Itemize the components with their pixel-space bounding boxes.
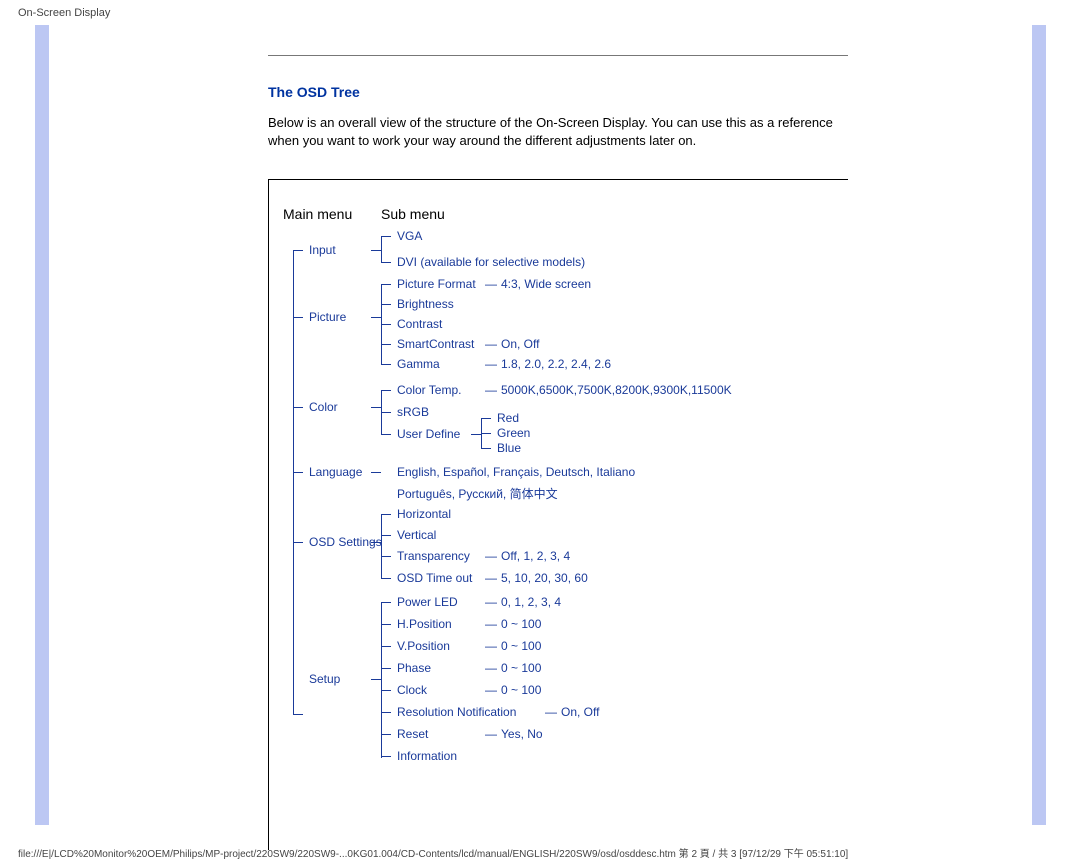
sub-reset: Reset xyxy=(397,727,428,741)
opt-color-temp: 5000K,6500K,7500K,8200K,9300K,11500K xyxy=(501,383,732,397)
intro-text: Below is an overall view of the structur… xyxy=(268,114,848,149)
dash: — xyxy=(485,571,497,585)
dash: — xyxy=(485,639,497,653)
col-header-sub: Sub menu xyxy=(381,206,445,222)
main-input: Input xyxy=(309,243,336,257)
sub-picture-format: Picture Format xyxy=(397,277,476,291)
sub-user-define: User Define xyxy=(397,427,460,441)
page-header: On-Screen Display xyxy=(0,0,1080,25)
sub-color-temp: Color Temp. xyxy=(397,383,461,397)
sub-contrast: Contrast xyxy=(397,317,442,331)
sub-h-position: H.Position xyxy=(397,617,452,631)
opt-osd-timeout: 5, 10, 20, 30, 60 xyxy=(501,571,588,585)
lang-line2: Português, Русский, 简体中文 xyxy=(397,485,558,502)
opt-gamma: 1.8, 2.0, 2.2, 2.4, 2.6 xyxy=(501,357,611,371)
dash: — xyxy=(485,727,497,741)
dash: — xyxy=(485,661,497,675)
opt-power-led: 0, 1, 2, 3, 4 xyxy=(501,595,561,609)
sub-osd-timeout: OSD Time out xyxy=(397,571,472,585)
dash: — xyxy=(485,383,497,397)
lang-line1: English, Español, Français, Deutsch, Ita… xyxy=(397,465,635,479)
content: The OSD Tree Below is an overall view of… xyxy=(268,25,848,850)
dash: — xyxy=(485,277,497,291)
sub-dvi: DVI (available for selective models) xyxy=(397,255,585,269)
decoration-bar-left xyxy=(35,25,49,825)
sub-gamma: Gamma xyxy=(397,357,440,371)
decoration-bar-right xyxy=(1032,25,1046,825)
sub-transparency: Transparency xyxy=(397,549,470,563)
section-title: The OSD Tree xyxy=(268,84,848,100)
opt-res-notif: On, Off xyxy=(561,705,599,719)
dash: — xyxy=(545,705,557,719)
opt-red: Red xyxy=(497,411,519,425)
main-setup: Setup xyxy=(309,672,340,686)
sub-srgb: sRGB xyxy=(397,405,429,419)
osd-tree: Input VGA DVI (available for selective m… xyxy=(283,232,843,792)
opt-phase: 0 ~ 100 xyxy=(501,661,541,675)
main-color: Color xyxy=(309,400,338,414)
opt-transparency: Off, 1, 2, 3, 4 xyxy=(501,549,570,563)
dash: — xyxy=(485,357,497,371)
opt-green: Green xyxy=(497,426,530,440)
dash: — xyxy=(485,617,497,631)
sub-res-notif: Resolution Notification xyxy=(397,705,516,719)
sub-power-led: Power LED xyxy=(397,595,458,609)
opt-clock: 0 ~ 100 xyxy=(501,683,541,697)
opt-reset: Yes, No xyxy=(501,727,543,741)
opt-smartcontrast: On, Off xyxy=(501,337,539,351)
page-footer: file:///E|/LCD%20Monitor%20OEM/Philips/M… xyxy=(18,845,848,860)
dash: — xyxy=(485,595,497,609)
dash: — xyxy=(485,683,497,697)
osd-tree-box: Main menu Sub menu Input VGA DVI (availa… xyxy=(268,179,848,850)
divider xyxy=(268,55,848,56)
sub-brightness: Brightness xyxy=(397,297,454,311)
sub-horizontal: Horizontal xyxy=(397,507,451,521)
main-language: Language xyxy=(309,465,362,479)
dash: — xyxy=(485,549,497,563)
opt-picture-format: 4:3, Wide screen xyxy=(501,277,591,291)
sub-vertical: Vertical xyxy=(397,528,436,542)
dash: — xyxy=(485,337,497,351)
main-picture: Picture xyxy=(309,310,346,324)
sub-information: Information xyxy=(397,749,457,763)
sub-smartcontrast: SmartContrast xyxy=(397,337,474,351)
sub-v-position: V.Position xyxy=(397,639,450,653)
sub-clock: Clock xyxy=(397,683,427,697)
opt-blue: Blue xyxy=(497,441,521,455)
opt-h-position: 0 ~ 100 xyxy=(501,617,541,631)
opt-v-position: 0 ~ 100 xyxy=(501,639,541,653)
sub-vga: VGA xyxy=(397,229,422,243)
col-header-main: Main menu xyxy=(283,206,352,222)
sub-phase: Phase xyxy=(397,661,431,675)
